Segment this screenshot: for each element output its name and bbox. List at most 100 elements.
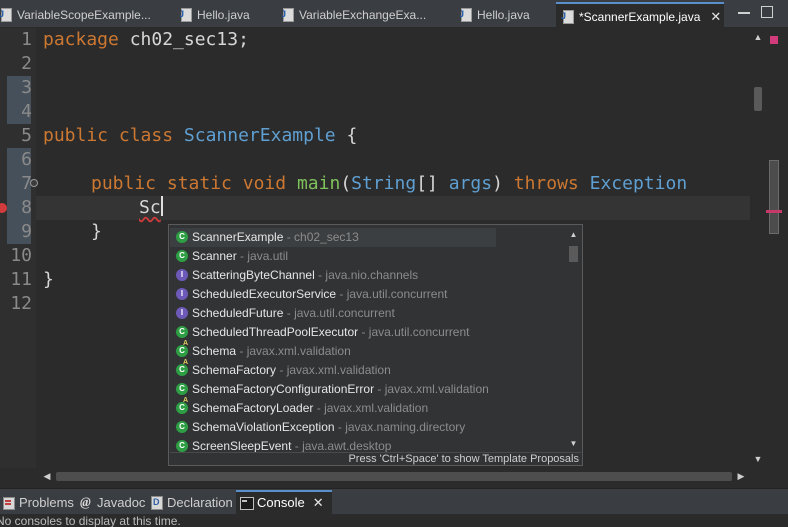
minimize-icon[interactable] xyxy=(738,6,750,14)
class-name: ScannerExample xyxy=(183,125,336,146)
parameter-name: args xyxy=(448,173,493,194)
overview-thumb[interactable] xyxy=(769,160,779,234)
line-number: 6 xyxy=(21,149,32,170)
class-icon: C xyxy=(176,440,188,452)
tab-declaration[interactable]: Declaration xyxy=(150,492,233,515)
proposal-item[interactable]: I ScheduledFuture - java.util.concurrent xyxy=(170,304,566,323)
proposal-package: - javax.xml.validation xyxy=(276,363,391,377)
scrollbar-thumb[interactable] xyxy=(569,246,578,262)
class-icon: C xyxy=(176,231,188,243)
proposal-package: - ch02_sec13 xyxy=(283,230,359,244)
javadoc-icon xyxy=(80,494,93,510)
overview-ruler[interactable] xyxy=(766,32,782,466)
java-file-icon xyxy=(282,8,294,22)
tab-variable-exchange-example[interactable]: VariableExchangeExa... xyxy=(282,3,440,28)
scroll-up-icon[interactable]: ▲ xyxy=(753,32,763,42)
scroll-up-icon[interactable]: ▲ xyxy=(569,230,578,239)
tab-console[interactable]: Console ✕ xyxy=(236,490,332,515)
error-summary-icon[interactable] xyxy=(770,36,778,44)
tab-hello-java[interactable]: Hello.java xyxy=(180,3,276,28)
code-text-segment: { xyxy=(335,125,358,146)
interface-icon: I xyxy=(176,269,188,281)
tab-label: Hello.java xyxy=(477,8,530,22)
method-name: main xyxy=(296,173,341,194)
java-file-icon xyxy=(460,8,472,22)
line-number: 3 xyxy=(21,77,32,98)
horizontal-scrollbar[interactable]: ◀ ▶ xyxy=(40,468,750,484)
tab-hello-java-2[interactable]: Hello.java xyxy=(460,3,550,28)
keyword: package xyxy=(43,29,119,50)
tab-javadoc[interactable]: Javadoc xyxy=(80,492,145,515)
editor-tab-bar: VariableScopeExample... Hello.java Varia… xyxy=(0,0,788,28)
code-text-segment: ch02_sec13; xyxy=(118,29,249,50)
code-text-segment: [] xyxy=(416,173,449,194)
proposal-item[interactable]: C SchemaFactory - javax.xml.validation xyxy=(170,359,566,380)
content-assist-popup[interactable]: C ScannerExample - ch02_sec13 C Scanner - … xyxy=(168,224,583,466)
line-number: 8 xyxy=(21,197,32,218)
proposal-name: ScannerExample xyxy=(192,230,284,244)
keyword: public xyxy=(91,173,157,194)
tab-problems[interactable]: Problems xyxy=(2,492,74,515)
abstract-class-icon: C xyxy=(176,397,188,414)
scroll-right-icon[interactable]: ▶ xyxy=(736,471,746,481)
scroll-down-icon[interactable]: ▼ xyxy=(753,454,763,464)
console-view: No consoles to display at this time. xyxy=(0,514,788,527)
keyword: public xyxy=(43,125,109,146)
proposal-item[interactable]: C SchemaViolationException - javax.naming… xyxy=(170,418,566,437)
proposal-item[interactable]: C SchemaFactoryConfigurationError - javax… xyxy=(170,380,566,399)
tab-scanner-example[interactable]: *ScannerExample.java ✕ xyxy=(556,2,724,28)
scroll-left-icon[interactable]: ◀ xyxy=(42,471,52,481)
close-icon[interactable]: ✕ xyxy=(710,4,721,28)
maximize-icon[interactable] xyxy=(761,6,773,18)
class-icon: C xyxy=(176,250,188,262)
proposal-item[interactable]: C SchemaFactoryLoader - javax.xml.validat… xyxy=(170,397,566,418)
line-number: 12 xyxy=(10,293,32,314)
vertical-scrollbar[interactable]: ▲ ▼ xyxy=(750,32,766,466)
proposal-item[interactable]: C Schema - javax.xml.validation xyxy=(170,340,566,361)
proposal-scrollbar[interactable]: ▲ ▼ xyxy=(566,226,581,452)
code-line-5: public class ScannerExample { xyxy=(43,124,357,148)
scrollbar-thumb[interactable] xyxy=(754,87,762,111)
proposal-package: - java.util xyxy=(236,249,289,263)
tab-label: Problems xyxy=(19,495,74,510)
proposal-item[interactable]: C Scanner - java.util xyxy=(170,247,566,266)
proposal-item[interactable]: I ScatteringByteChannel - java.nio.channe… xyxy=(170,266,566,285)
interface-icon: I xyxy=(176,288,188,300)
class-icon: C xyxy=(176,421,188,433)
class-icon: C xyxy=(176,383,188,395)
proposal-item[interactable]: C ScreenSleepEvent - java.awt.desktop xyxy=(170,437,566,452)
tab-label: Declaration xyxy=(167,495,233,510)
template-proposals-hint: Press 'Ctrl+Space' to show Template Prop… xyxy=(170,452,581,465)
line-number: 9 xyxy=(21,221,32,242)
fold-toggle-icon[interactable] xyxy=(30,179,38,187)
console-icon xyxy=(240,496,254,510)
proposal-name: SchemaFactory xyxy=(192,363,277,377)
proposal-name: ScheduledExecutorService xyxy=(192,287,337,301)
line-number: 11 xyxy=(10,269,32,290)
error-overview-marker[interactable] xyxy=(766,210,782,213)
proposal-package: - javax.xml.validation xyxy=(236,344,351,358)
proposal-item[interactable]: C ScannerExample - ch02_sec13 xyxy=(170,228,496,247)
code-text-segment: } xyxy=(91,221,102,242)
proposal-item[interactable]: C ScheduledThreadPoolExecutor - java.util… xyxy=(170,323,566,342)
line-number: 10 xyxy=(10,245,32,266)
problems-icon xyxy=(2,496,15,510)
scroll-down-icon[interactable]: ▼ xyxy=(569,439,578,448)
line-number: 2 xyxy=(21,53,32,74)
code-line-9: } xyxy=(91,220,102,244)
proposal-item[interactable]: I ScheduledExecutorService - java.util.co… xyxy=(170,285,566,304)
tab-label: Hello.java xyxy=(197,8,250,22)
scrollbar-thumb[interactable] xyxy=(56,472,732,481)
tab-label: Javadoc xyxy=(97,495,146,510)
tab-variable-scope-example[interactable]: VariableScopeExample... xyxy=(0,3,166,28)
code-line-7: public static void main(String[] args) t… xyxy=(91,172,687,196)
text-caret xyxy=(160,196,163,216)
proposal-name: ScreenSleepEvent xyxy=(192,439,292,452)
bottom-panel-tab-bar: Problems Javadoc Declaration Console ✕ xyxy=(0,488,788,515)
tab-label: Console xyxy=(257,495,305,510)
proposal-name: Scanner xyxy=(192,249,237,263)
close-icon[interactable]: ✕ xyxy=(313,492,324,514)
proposal-package: - javax.naming.directory xyxy=(334,420,466,434)
proposal-name: ScheduledFuture xyxy=(192,306,284,320)
proposal-list[interactable]: C ScannerExample - ch02_sec13 C Scanner - … xyxy=(170,226,566,452)
